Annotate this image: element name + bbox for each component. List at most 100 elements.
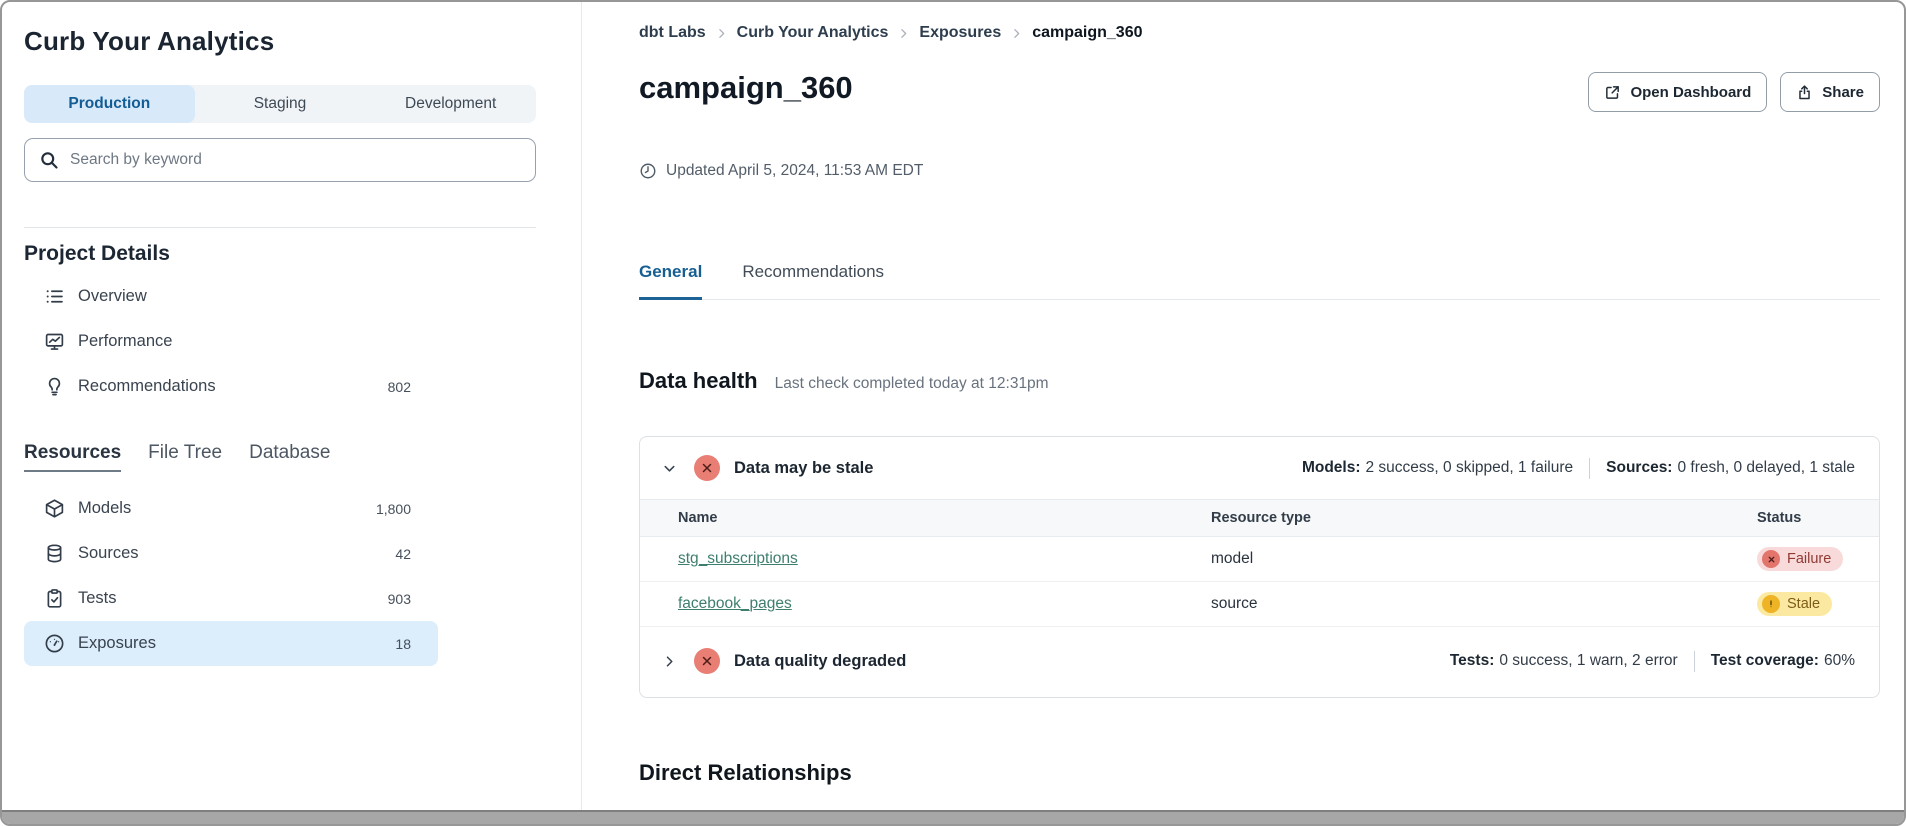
clipboard-check-icon: [44, 588, 65, 609]
sidebar-item-label: Models: [78, 499, 131, 518]
quality-group-title: Data quality degraded: [734, 652, 906, 671]
share-label: Share: [1822, 84, 1864, 101]
quality-group-header: Data quality degraded Tests:0 success, 1…: [640, 627, 1879, 697]
chevron-right-icon: [897, 27, 910, 40]
sidebar-item-overview[interactable]: Overview: [24, 274, 438, 319]
header-buttons: Open Dashboard Share: [1588, 72, 1880, 112]
sidebar-item-performance[interactable]: Performance: [24, 319, 438, 364]
sidebar-item-models[interactable]: Models 1,800: [24, 486, 438, 531]
open-dashboard-button[interactable]: Open Dashboard: [1588, 72, 1767, 112]
data-health-heading: Data health: [639, 368, 758, 394]
page-title: campaign_360: [639, 70, 853, 106]
sidebar-item-recommendations[interactable]: Recommendations 802: [24, 364, 438, 409]
status-badge-stale: Stale: [1757, 592, 1832, 616]
chevron-right-icon[interactable]: [659, 651, 680, 672]
tests-count: 903: [388, 591, 411, 607]
table-row: stg_subscriptions model Failure: [640, 537, 1879, 582]
tab-general[interactable]: General: [639, 262, 702, 300]
stale-group-stats: Models:2 success, 0 skipped, 1 failure S…: [1302, 458, 1855, 479]
sidebar-item-tests[interactable]: Tests 903: [24, 576, 438, 621]
window-bottom-edge: [2, 810, 1904, 824]
env-tab-development[interactable]: Development: [365, 85, 536, 123]
resource-type-cell: model: [1173, 537, 1719, 582]
models-stat: Models:2 success, 0 skipped, 1 failure: [1302, 459, 1573, 477]
quality-group-stats: Tests:0 success, 1 warn, 2 error Test co…: [1450, 651, 1855, 672]
col-header-name: Name: [640, 500, 1173, 537]
page-header: campaign_360 Open Dashboard: [639, 70, 1880, 112]
share-button[interactable]: Share: [1780, 72, 1880, 112]
sources-stat: Sources:0 fresh, 0 delayed, 1 stale: [1606, 459, 1855, 477]
breadcrumb-item-dbt-labs[interactable]: dbt Labs: [639, 24, 706, 42]
search-input[interactable]: [70, 151, 521, 169]
external-link-icon: [1604, 84, 1621, 101]
tab-file-tree[interactable]: File Tree: [148, 442, 222, 472]
main-content: dbt Labs Curb Your Analytics Exposures c…: [582, 2, 1904, 824]
chevron-right-icon: [1010, 27, 1023, 40]
status-badge-failure: Failure: [1757, 547, 1843, 571]
breadcrumb-item-project[interactable]: Curb Your Analytics: [737, 24, 889, 42]
test-coverage-stat: Test coverage:60%: [1711, 652, 1855, 670]
sidebar-item-exposures[interactable]: Exposures 18: [24, 621, 438, 666]
col-header-resource-type: Resource type: [1173, 500, 1719, 537]
updated-text: Updated April 5, 2024, 11:53 AM EDT: [666, 162, 923, 180]
open-dashboard-label: Open Dashboard: [1630, 84, 1751, 101]
sources-count: 42: [395, 546, 411, 562]
cube-icon: [44, 498, 65, 519]
exclamation-circle-icon: [1762, 595, 1780, 613]
sidebar-item-label: Recommendations: [78, 377, 216, 396]
data-health-header: Data health Last check completed today a…: [639, 368, 1880, 394]
stat-divider: [1589, 458, 1590, 479]
updated-timestamp: Updated April 5, 2024, 11:53 AM EDT: [639, 162, 1880, 180]
environment-tabs: Production Staging Development: [24, 85, 536, 123]
breadcrumb-item-current: campaign_360: [1032, 24, 1142, 42]
resources-nav: Models 1,800 Sources 42: [24, 486, 438, 666]
list-icon: [44, 286, 65, 307]
project-details-heading: Project Details: [24, 242, 535, 266]
data-health-card: Data may be stale Models:2 success, 0 sk…: [639, 436, 1880, 698]
resource-link[interactable]: stg_subscriptions: [678, 550, 798, 567]
search-icon: [39, 150, 59, 170]
health-table: Name Resource type Status stg_subscripti…: [640, 499, 1879, 627]
tab-database[interactable]: Database: [249, 442, 330, 472]
sidebar-item-label: Sources: [78, 544, 139, 563]
status-label: Stale: [1787, 596, 1820, 612]
stale-group-title: Data may be stale: [734, 459, 873, 478]
gauge-icon: [44, 633, 65, 654]
clock-icon: [639, 162, 657, 180]
app-window: Curb Your Analytics Production Staging D…: [0, 0, 1906, 826]
chevron-right-icon: [715, 27, 728, 40]
sidebar-item-label: Performance: [78, 332, 172, 351]
breadcrumb: dbt Labs Curb Your Analytics Exposures c…: [639, 24, 1880, 42]
project-details-nav: Overview Performance: [24, 274, 438, 409]
database-icon: [44, 543, 65, 564]
chevron-down-icon[interactable]: [659, 458, 680, 479]
monitor-chart-icon: [44, 331, 65, 352]
recommendations-count: 802: [388, 379, 411, 395]
project-title: Curb Your Analytics: [24, 26, 535, 57]
resource-link[interactable]: facebook_pages: [678, 595, 792, 612]
table-header-row: Name Resource type Status: [640, 500, 1879, 537]
search-box[interactable]: [24, 138, 536, 182]
page-tabs: General Recommendations: [639, 262, 1880, 300]
error-x-circle-icon: [694, 648, 720, 674]
sidebar-divider: [24, 227, 536, 228]
stat-divider: [1694, 651, 1695, 672]
breadcrumb-item-exposures[interactable]: Exposures: [919, 24, 1001, 42]
lightbulb-icon: [44, 376, 65, 397]
env-tab-staging[interactable]: Staging: [195, 85, 366, 123]
sidebar: Curb Your Analytics Production Staging D…: [2, 2, 582, 824]
tab-resources[interactable]: Resources: [24, 442, 121, 472]
sidebar-item-label: Exposures: [78, 634, 156, 653]
sidebar-item-label: Tests: [78, 589, 117, 608]
error-x-circle-icon: [694, 455, 720, 481]
env-tab-production[interactable]: Production: [24, 85, 195, 123]
resource-view-tabs: Resources File Tree Database: [24, 442, 535, 472]
resource-type-cell: source: [1173, 582, 1719, 627]
sidebar-item-label: Overview: [78, 287, 147, 306]
sidebar-item-sources[interactable]: Sources 42: [24, 531, 438, 576]
models-count: 1,800: [376, 501, 411, 517]
exposures-count: 18: [395, 636, 411, 652]
table-row: facebook_pages source Stale: [640, 582, 1879, 627]
share-icon: [1796, 84, 1813, 101]
tab-recommendations[interactable]: Recommendations: [742, 262, 884, 300]
